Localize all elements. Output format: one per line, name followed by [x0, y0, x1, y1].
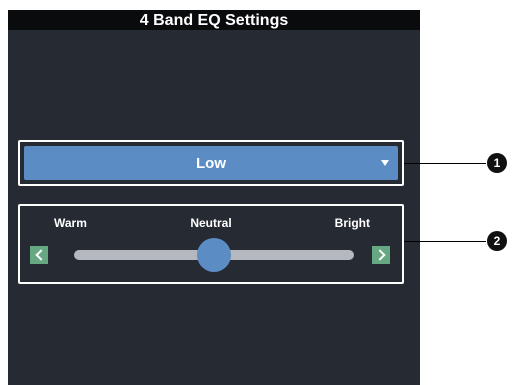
- increase-button[interactable]: [372, 246, 390, 264]
- band-dropdown-highlight: Low: [18, 140, 404, 186]
- decrease-button[interactable]: [30, 246, 48, 264]
- slider-label-bright: Bright: [334, 216, 370, 230]
- tone-slider-track[interactable]: [74, 238, 354, 272]
- callout-line-1: [404, 163, 486, 164]
- tone-slider-highlight: Warm Neutral Bright: [18, 204, 404, 284]
- eq-settings-screen: 4 Band EQ Settings Low Warm Neutral Brig…: [8, 10, 420, 385]
- callout-badge-1: 1: [487, 153, 507, 173]
- dropdown-arrow-icon: [381, 160, 389, 166]
- tone-slider-thumb[interactable]: [197, 238, 231, 272]
- band-dropdown-value: Low: [196, 154, 226, 172]
- chevron-left-icon: [34, 249, 47, 261]
- chevron-right-icon: [373, 249, 386, 261]
- page-title: 4 Band EQ Settings: [8, 10, 420, 30]
- band-dropdown[interactable]: Low: [24, 146, 398, 180]
- callout-badge-2: 2: [487, 231, 507, 251]
- callout-line-2: [404, 241, 486, 242]
